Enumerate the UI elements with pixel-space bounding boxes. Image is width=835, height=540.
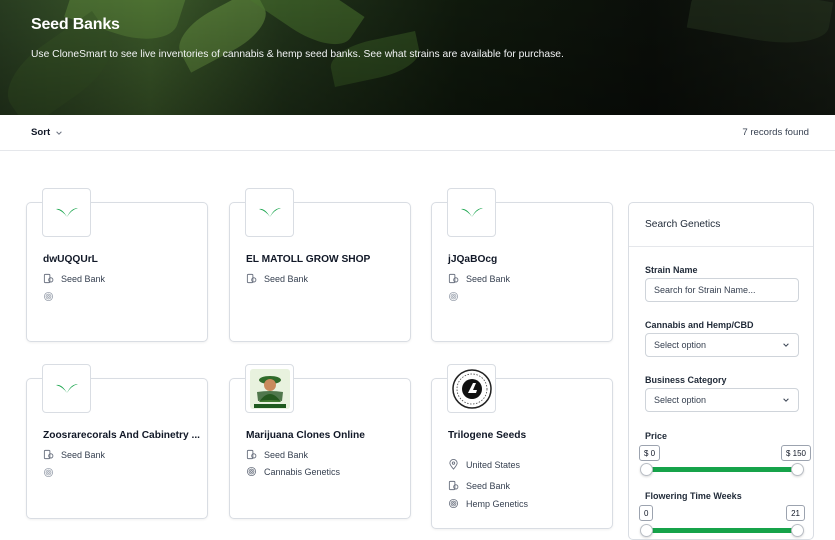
panel-header: Search Genetics (629, 203, 813, 247)
sort-dropdown[interactable]: Sort (31, 127, 63, 138)
strain-name-input[interactable]: Search for Strain Name... (645, 278, 799, 302)
price-min-value: $ 0 (639, 445, 661, 461)
business-type: Seed Bank (448, 273, 510, 284)
card-title[interactable]: Zoosrarecorals And Cabinetry ... (43, 430, 200, 441)
fingerprint-icon-row (448, 291, 459, 302)
fingerprint-icon (43, 467, 54, 478)
card-title[interactable]: Trilogene Seeds (448, 430, 526, 441)
flowering-max-handle[interactable] (791, 524, 804, 537)
business-category-select[interactable]: Select option (645, 388, 799, 412)
trilogene-logo (447, 364, 496, 413)
genetics-type: Cannabis Genetics (246, 466, 340, 477)
business-type: Seed Bank (43, 449, 105, 460)
green-leaf-icon (447, 188, 496, 237)
seed-bank-card[interactable]: jJQaBOcg Seed Bank (431, 188, 613, 342)
hero-banner: Seed Banks Use CloneSmart to see live in… (0, 0, 835, 115)
price-max-value: $ 150 (780, 445, 811, 461)
fingerprint-icon (43, 291, 54, 302)
price-min-handle[interactable] (640, 463, 653, 476)
panel-title: Search Genetics (645, 219, 721, 230)
flowering-range-track (647, 528, 797, 533)
price-max-handle[interactable] (791, 463, 804, 476)
chevron-down-icon (783, 343, 789, 347)
page-title: Seed Banks (31, 16, 120, 33)
cannabis-hemp-select[interactable]: Select option (645, 333, 799, 357)
seed-bank-card[interactable]: EL MATOLL GROW SHOP Seed Bank (229, 188, 411, 342)
flowering-time-label: Flowering Time Weeks (645, 491, 742, 501)
green-leaf-icon (42, 188, 91, 237)
records-count: 7 records found (742, 127, 809, 138)
business-type: Seed Bank (43, 273, 105, 284)
sort-label: Sort (31, 127, 51, 138)
seed-bank-card[interactable]: Zoosrarecorals And Cabinetry ... Seed Ba… (26, 364, 208, 519)
card-title[interactable]: jJQaBOcg (448, 254, 497, 265)
business-type: Seed Bank (246, 449, 308, 460)
flowering-min-handle[interactable] (640, 524, 653, 537)
marijuana-clones-logo (245, 364, 294, 413)
genetics-type: Hemp Genetics (448, 498, 528, 509)
business-category-label: Business Category (645, 375, 727, 385)
price-label: Price (645, 431, 668, 441)
green-leaf-icon (245, 188, 294, 237)
seed-bank-icon (246, 273, 257, 284)
chevron-down-icon (56, 130, 62, 135)
location: United States (448, 459, 520, 470)
fingerprint-icon (448, 291, 459, 302)
fingerprint-icon-row (43, 467, 54, 478)
business-type: Seed Bank (448, 480, 510, 491)
seed-bank-card[interactable]: Marijuana Clones Online Seed Bank Cannab… (229, 364, 411, 519)
seed-bank-icon (43, 273, 54, 284)
card-title[interactable]: dwUQQUrL (43, 254, 98, 265)
green-leaf-icon (42, 364, 91, 413)
card-title[interactable]: EL MATOLL GROW SHOP (246, 254, 370, 265)
business-type: Seed Bank (246, 273, 308, 284)
seed-bank-icon (43, 449, 54, 460)
seed-bank-icon (448, 273, 459, 284)
page-subtitle: Use CloneSmart to see live inventories o… (31, 49, 564, 60)
fingerprint-icon (246, 466, 257, 477)
price-range-track (647, 467, 797, 472)
cannabis-hemp-label: Cannabis and Hemp/CBD (645, 320, 754, 330)
seed-bank-card[interactable]: dwUQQUrL Seed Bank (26, 188, 208, 342)
seed-bank-card[interactable]: Trilogene Seeds United States Seed Bank … (431, 364, 613, 529)
seed-bank-icon (448, 480, 459, 491)
chevron-down-icon (783, 398, 789, 402)
fingerprint-icon (448, 498, 459, 509)
fingerprint-icon-row (43, 291, 54, 302)
seed-bank-icon (246, 449, 257, 460)
location-pin-icon (449, 459, 458, 470)
flowering-min-value: 0 (639, 505, 654, 521)
card-title[interactable]: Marijuana Clones Online (246, 430, 365, 441)
flowering-max-value: 21 (786, 505, 805, 521)
search-genetics-panel: Search Genetics Strain Name Search for S… (628, 202, 814, 540)
results-toolbar: Sort 7 records found (0, 115, 835, 151)
strain-name-label: Strain Name (645, 265, 698, 275)
